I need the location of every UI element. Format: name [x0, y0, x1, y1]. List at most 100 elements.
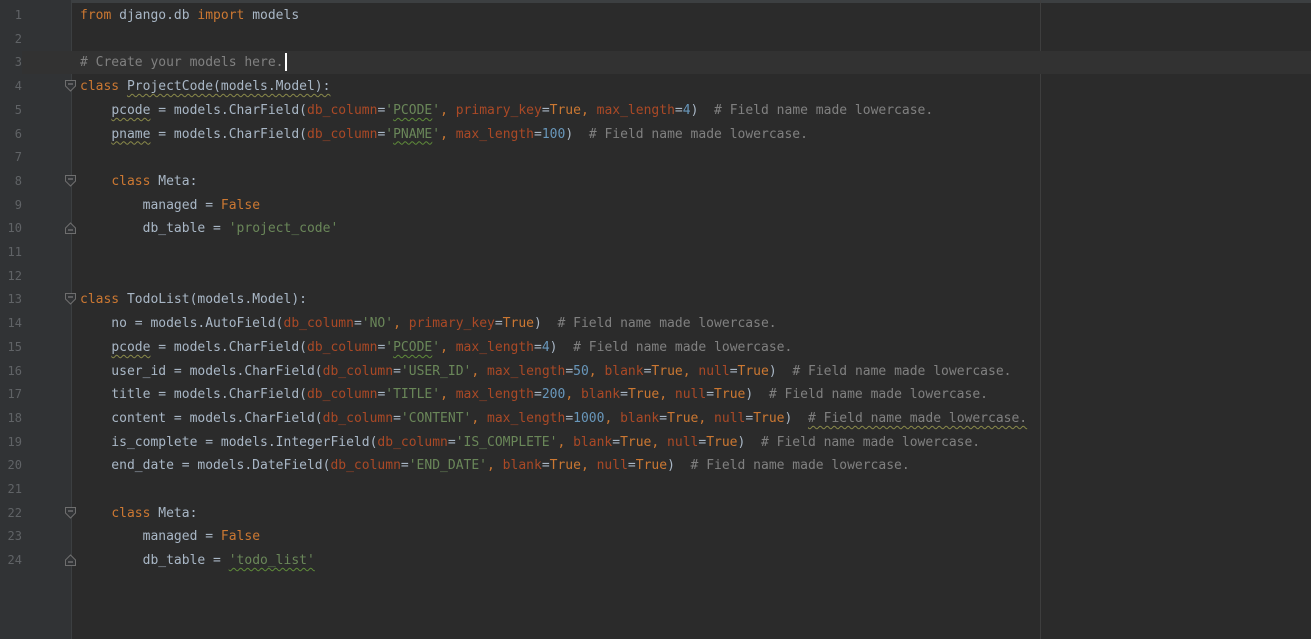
keyword-argument-token: db_column [330, 458, 401, 474]
line-number[interactable]: 17 [0, 383, 22, 406]
line-number[interactable]: 22 [0, 502, 22, 525]
line-number[interactable]: 6 [0, 123, 22, 146]
code-content[interactable]: class Meta: [80, 170, 197, 193]
code-text: = [674, 102, 683, 118]
code-line[interactable]: 5 pcode = models.CharField(db_column = 'PC… [0, 99, 1311, 122]
code-line[interactable]: 14 no = models.AutoField(db_column='NO',… [0, 312, 1311, 335]
code-line[interactable]: 12 [0, 265, 1311, 288]
keyword-argument-token: db_column [322, 410, 394, 426]
code-content[interactable]: end_date = models.DateField(db_column='E… [80, 454, 909, 477]
keyword-token: class [80, 292, 120, 308]
line-number[interactable]: 24 [0, 549, 22, 572]
code-line[interactable]: 4 class ProjectCode(models.Model): [0, 75, 1311, 98]
code-content[interactable]: # Create your models here. [80, 51, 284, 74]
keyword-argument-token: db_column [322, 363, 394, 379]
code-content[interactable]: is_complete = models.IntegerField(db_col… [80, 431, 980, 454]
keyword-argument-token: blank [573, 434, 613, 450]
code-line[interactable]: 15 pcode = models.CharField(db_column = 'P… [0, 336, 1311, 359]
keyword-token: True [651, 363, 683, 379]
code-content[interactable]: user_id = models.CharField(db_column='US… [80, 360, 1011, 383]
code-content[interactable]: title = models.CharField(db_column = 'TITL… [80, 383, 988, 406]
line-number[interactable]: 23 [0, 525, 22, 548]
keyword-argument-token: blank [580, 387, 621, 403]
code-content[interactable]: pcode = models.CharField(db_column = 'PCOD… [80, 99, 933, 122]
fold-open-icon[interactable] [65, 80, 76, 92]
warned-identifier-token: pcode [111, 102, 151, 118]
line-number[interactable]: 8 [0, 170, 22, 193]
fold-end-icon[interactable] [65, 222, 76, 235]
fold-end-icon[interactable] [65, 554, 76, 567]
keyword-argument-token: max_length [596, 102, 675, 118]
line-number[interactable]: 18 [0, 407, 22, 430]
code-text: = [565, 410, 574, 426]
line-number[interactable]: 5 [0, 99, 22, 122]
code-content[interactable]: managed = False [80, 194, 260, 217]
code-line[interactable]: 17 title = models.CharField(db_column = 'T… [0, 383, 1311, 406]
code-content[interactable]: content = models.CharField(db_column='CO… [80, 407, 1027, 430]
code-line[interactable]: 22 class Meta: [0, 502, 1311, 525]
code-line[interactable]: 11 [0, 241, 1311, 264]
line-number[interactable]: 20 [0, 454, 22, 477]
code-content[interactable]: no = models.AutoField(db_column='NO', pr… [80, 312, 776, 335]
code-line[interactable]: 20 end_date = models.DateField(db_column… [0, 454, 1311, 477]
line-number[interactable]: 9 [0, 194, 22, 217]
fold-open-icon[interactable] [65, 506, 76, 519]
code-text: ) [690, 102, 715, 118]
line-number[interactable]: 19 [0, 431, 22, 454]
fold-open-icon[interactable] [65, 174, 76, 187]
code-line[interactable]: 16 user_id = models.CharField(db_column=… [0, 360, 1311, 383]
code-line[interactable]: 19 is_complete = models.IntegerField(db_… [0, 431, 1311, 454]
line-number[interactable]: 21 [0, 478, 22, 501]
code-text: is_complete = models.IntegerField( [80, 434, 378, 450]
number-token: 200 [541, 387, 566, 403]
line-number[interactable]: 16 [0, 360, 22, 383]
keyword-argument-token: max_length [455, 387, 534, 403]
keyword-token: , [580, 102, 597, 118]
line-number[interactable]: 10 [0, 217, 22, 240]
code-line[interactable]: 24 db_table = 'todo_list' [0, 549, 1311, 572]
code-line[interactable]: 1 from django.db import models [0, 4, 1311, 27]
code-line[interactable]: 23 managed = False [0, 525, 1311, 548]
code-line[interactable]: 13 class TodoList(models.Model): [0, 288, 1311, 311]
line-number[interactable]: 1 [0, 4, 22, 27]
keyword-token: True [620, 434, 652, 450]
code-text: = models.CharField( [150, 339, 307, 355]
fold-open-icon[interactable] [65, 293, 76, 306]
line-number[interactable]: 7 [0, 146, 22, 169]
code-content[interactable]: db_table = 'project_code' [80, 217, 339, 240]
code-content[interactable]: pname = models.CharField(db_column = 'PNAM… [80, 123, 808, 146]
code-text: Meta: [150, 173, 198, 189]
code-line[interactable]: 10 db_table = 'project_code' [0, 217, 1311, 240]
line-number[interactable]: 2 [0, 28, 22, 51]
string-token: ' [432, 126, 441, 142]
line-number[interactable]: 3 [0, 51, 22, 75]
code-content[interactable]: db_table = 'todo_list' [80, 549, 315, 572]
line-number[interactable]: 11 [0, 241, 22, 264]
code-line[interactable]: 21 [0, 478, 1311, 501]
code-content[interactable]: class TodoList(models.Model): [80, 288, 307, 311]
code-line[interactable]: 7 [0, 146, 1311, 169]
line-number[interactable]: 12 [0, 265, 22, 288]
code-text: ) [549, 339, 574, 355]
code-line[interactable]: 8 class Meta: [0, 170, 1311, 193]
code-content[interactable]: pcode = models.CharField(db_column = 'PCOD… [80, 336, 792, 359]
line-number[interactable]: 4 [0, 75, 22, 98]
code-line[interactable]: 2 [0, 28, 1311, 51]
code-line[interactable]: 9 managed = False [0, 194, 1311, 217]
warned-string-token: PCODE [393, 339, 433, 355]
code-content[interactable]: class Meta: [80, 502, 197, 525]
code-editor[interactable]: 1 from django.db import models 2 3 # Create … [0, 0, 1311, 639]
line-number[interactable]: 15 [0, 336, 22, 359]
code-line[interactable]: 18 content = models.CharField(db_column=… [0, 407, 1311, 430]
keyword-argument-token: null [596, 458, 628, 474]
code-line[interactable]: 3 # Create your models here. [0, 51, 1311, 75]
keyword-token: , [487, 458, 503, 474]
code-content[interactable]: from django.db import models [80, 4, 299, 27]
code-line[interactable]: 6 pname = models.CharField(db_column = 'PN… [0, 123, 1311, 146]
keyword-token: False [220, 197, 261, 213]
line-number[interactable]: 13 [0, 288, 22, 311]
code-content[interactable]: class ProjectCode(models.Model): [80, 75, 330, 98]
line-number[interactable]: 14 [0, 312, 22, 335]
comment-token: # Field name made lowercase. [768, 387, 988, 403]
code-content[interactable]: managed = False [80, 525, 260, 548]
